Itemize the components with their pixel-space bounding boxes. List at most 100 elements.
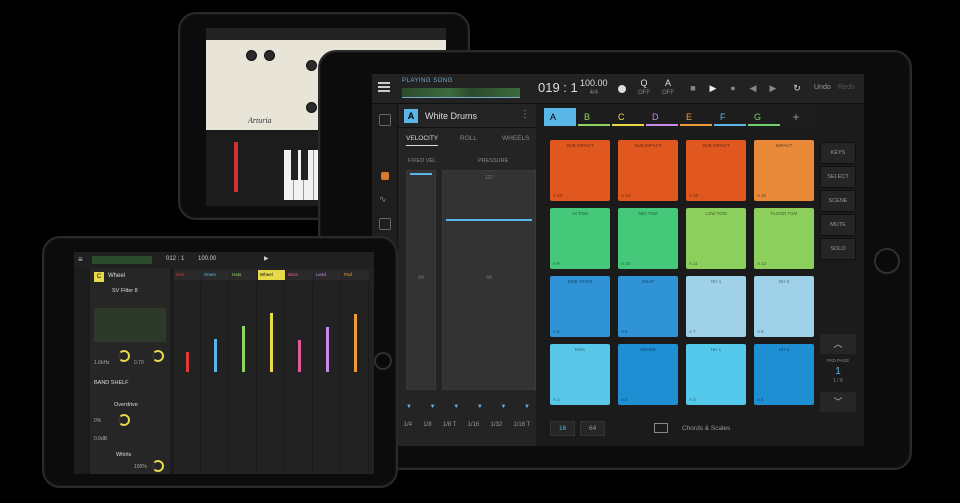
- metronome-icon[interactable]: [618, 85, 626, 93]
- drum-pad[interactable]: LOW TOM A 11: [686, 208, 746, 269]
- channel-header[interactable]: Bass: [286, 270, 313, 280]
- scene-d[interactable]: D: [646, 108, 678, 126]
- channel-header[interactable]: Hats: [230, 270, 257, 280]
- channel-strip[interactable]: [258, 282, 285, 472]
- division-1-16[interactable]: 1/16: [468, 422, 480, 438]
- redo-button[interactable]: Redo: [838, 84, 855, 91]
- q-knob[interactable]: [152, 350, 164, 362]
- more-icon[interactable]: ⋮: [520, 109, 530, 120]
- keyboard-icon[interactable]: [654, 423, 668, 433]
- synth-knob[interactable]: [306, 102, 317, 113]
- arrow-icon[interactable]: ▼: [500, 404, 506, 412]
- drum-pad[interactable]: KICK A 1: [550, 344, 610, 405]
- song-waveform[interactable]: [402, 88, 520, 98]
- tempo-display[interactable]: 100.00 4/4: [580, 78, 608, 98]
- track-header[interactable]: A White Drums ⋮: [398, 104, 536, 128]
- scene-button[interactable]: SCENE: [820, 190, 856, 212]
- loop-icon[interactable]: ↻: [792, 83, 802, 93]
- song-waveform[interactable]: [92, 256, 152, 264]
- scene-a[interactable]: A: [544, 108, 576, 126]
- drum-pad[interactable]: SUB IMPACT A 14: [618, 140, 678, 201]
- arrow-icon[interactable]: ▼: [430, 404, 436, 412]
- keys-button[interactable]: KEYS: [820, 142, 856, 164]
- drum-pad[interactable]: SNARE A 2: [618, 344, 678, 405]
- drum-pad[interactable]: OH 1 A 7: [686, 276, 746, 337]
- scene-c[interactable]: C: [612, 108, 644, 126]
- channel-strip[interactable]: [342, 282, 369, 472]
- synth-knob[interactable]: [246, 50, 257, 61]
- drum-pad[interactable]: FLOOR TOM A 12: [754, 208, 814, 269]
- drum-pad[interactable]: SIDE STICK A 5: [550, 276, 610, 337]
- freq-knob[interactable]: [118, 350, 130, 362]
- channel-strip[interactable]: [286, 282, 313, 472]
- channel-strip[interactable]: [202, 282, 229, 472]
- division-1-8[interactable]: 1/8: [423, 422, 431, 438]
- channel-header[interactable]: Pad: [342, 270, 369, 280]
- drum-pad[interactable]: OH 2 A 8: [754, 276, 814, 337]
- waveform-icon[interactable]: ∿: [379, 194, 391, 206]
- eq-curve[interactable]: [94, 308, 166, 342]
- drum-pad[interactable]: HH 1 A 3: [686, 344, 746, 405]
- record-icon[interactable]: ●: [728, 83, 738, 93]
- song-position[interactable]: 012 : 1: [166, 256, 184, 262]
- pressure-fader[interactable]: 127 64: [442, 170, 536, 390]
- arrow-icon[interactable]: ▼: [524, 404, 530, 412]
- channel-strip[interactable]: [230, 282, 257, 472]
- arrow-icon[interactable]: ▼: [453, 404, 459, 412]
- stop-icon[interactable]: ■: [688, 83, 698, 93]
- play-icon[interactable]: ▶: [708, 83, 718, 93]
- black-key[interactable]: [291, 150, 298, 180]
- channel-header[interactable]: Lead: [314, 270, 341, 280]
- device-header[interactable]: C Wheel: [90, 270, 170, 284]
- browser-icon[interactable]: [379, 114, 391, 126]
- select-button[interactable]: SELECT: [820, 166, 856, 188]
- channel-header[interactable]: Snare: [202, 270, 229, 280]
- page-down-icon[interactable]: ﹀: [820, 392, 856, 412]
- drum-pad[interactable]: HH 2 A 4: [754, 344, 814, 405]
- device-icon[interactable]: [379, 218, 391, 230]
- mix-knob[interactable]: [152, 460, 164, 472]
- arrow-icon[interactable]: ▼: [477, 404, 483, 412]
- drum-pad[interactable]: IMPACT A 16: [754, 140, 814, 201]
- undo-button[interactable]: Undo: [814, 84, 831, 91]
- home-button[interactable]: [374, 352, 392, 370]
- forward-icon[interactable]: ▶: [768, 83, 778, 93]
- add-scene-button[interactable]: +: [786, 108, 806, 126]
- scene-b[interactable]: B: [578, 108, 610, 126]
- drum-pad[interactable]: HI TOM A 9: [550, 208, 610, 269]
- rewind-icon[interactable]: ◀: [748, 83, 758, 93]
- channel-header[interactable]: Kick: [174, 270, 201, 280]
- song-overview[interactable]: PLAYING SONG: [400, 77, 520, 101]
- scene-g[interactable]: G: [748, 108, 780, 126]
- menu-icon[interactable]: ≡: [78, 255, 83, 264]
- grid-16-button[interactable]: 16: [550, 421, 576, 436]
- solo-button[interactable]: SOLO: [820, 238, 856, 260]
- channel-header[interactable]: Wheel: [258, 270, 285, 280]
- division-1-16t[interactable]: 1/16 T: [513, 422, 530, 438]
- drum-pad[interactable]: SUB IMPACT A 13: [550, 140, 610, 201]
- drive-knob[interactable]: [118, 414, 130, 426]
- grid-64-button[interactable]: 64: [580, 421, 606, 436]
- play-icon[interactable]: ▶: [264, 255, 269, 262]
- home-button[interactable]: [874, 248, 900, 274]
- song-position[interactable]: 019 : 1: [538, 80, 578, 95]
- black-key[interactable]: [301, 150, 308, 180]
- division-1-8t[interactable]: 1/8 T: [443, 422, 457, 438]
- tempo-display[interactable]: 100.00: [198, 256, 216, 262]
- tab-wheels[interactable]: WHEELS: [502, 135, 529, 142]
- scene-f[interactable]: F: [714, 108, 746, 126]
- drum-pad[interactable]: SUB IMPACT A 15: [686, 140, 746, 201]
- clip-icon[interactable]: [381, 172, 389, 180]
- mute-button[interactable]: MUTE: [820, 214, 856, 236]
- arrow-icon[interactable]: ▼: [406, 404, 412, 412]
- fixed-velocity-fader[interactable]: 64: [406, 170, 436, 390]
- channel-strip[interactable]: [314, 282, 341, 472]
- chords-scales-button[interactable]: Chords & Scales: [682, 425, 730, 432]
- drum-pad[interactable]: SNAP A 6: [618, 276, 678, 337]
- channel-strip[interactable]: [174, 282, 201, 472]
- synth-knob[interactable]: [264, 50, 275, 61]
- tab-velocity[interactable]: VELOCITY: [406, 135, 439, 146]
- automation-toggle[interactable]: A OFF: [662, 78, 674, 98]
- synth-knob[interactable]: [306, 60, 317, 71]
- scene-e[interactable]: E: [680, 108, 712, 126]
